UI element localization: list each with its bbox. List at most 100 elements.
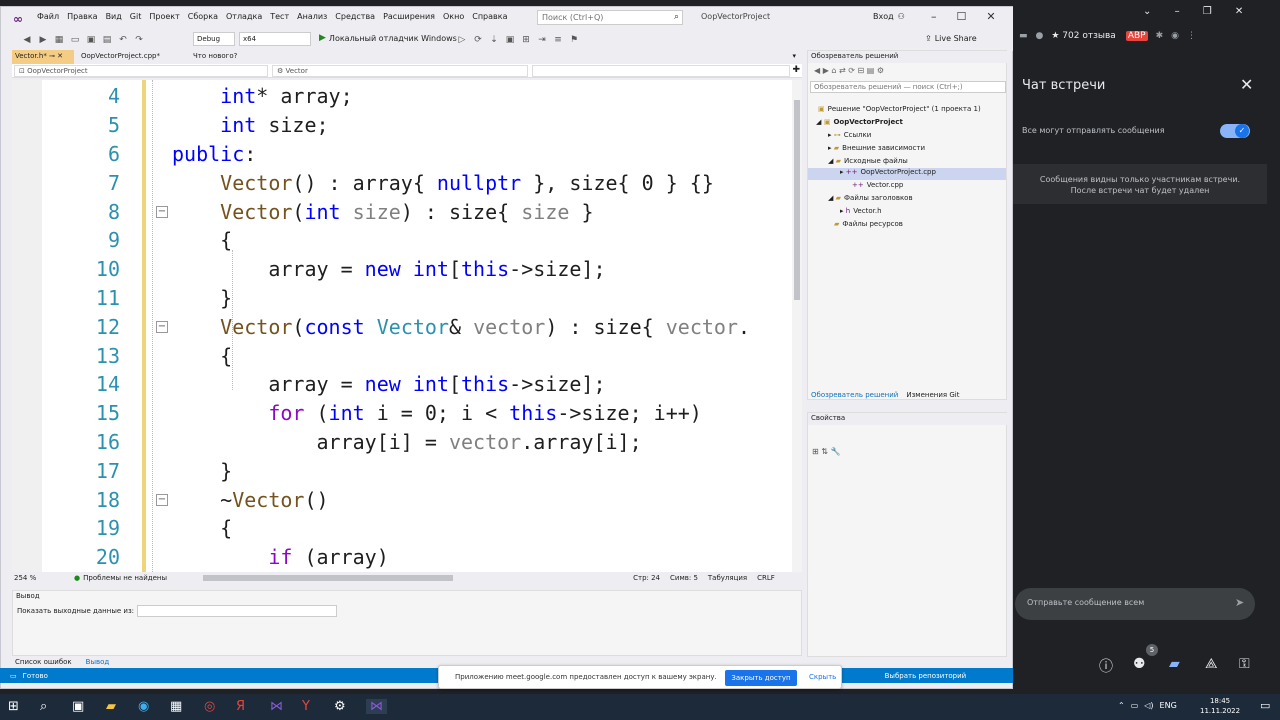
tab-oopvectorproject-cpp[interactable]: OopVectorProject.cpp* bbox=[78, 50, 188, 64]
store-icon[interactable]: ▦ bbox=[170, 699, 182, 714]
tab-vector-h[interactable]: Vector.h* ⊸ ✕ bbox=[12, 50, 74, 64]
back-icon[interactable]: ◀ bbox=[814, 66, 820, 75]
minimize-icon[interactable]: – bbox=[931, 10, 937, 23]
run-debugger-button[interactable]: ▶ Локальный отладчик Windows bbox=[319, 33, 457, 43]
app-icon[interactable]: ⚙ bbox=[334, 699, 346, 714]
rating-badge[interactable]: ★ 702 отзыва bbox=[1051, 31, 1115, 41]
menu-test[interactable]: Тест bbox=[270, 12, 297, 21]
save-icon[interactable]: ▣ bbox=[85, 34, 97, 46]
notifications-icon[interactable]: ▭ bbox=[1260, 699, 1270, 712]
zoom-select[interactable]: 254 % bbox=[14, 574, 54, 582]
menu-help[interactable]: Справка bbox=[472, 12, 515, 21]
output-source-select[interactable] bbox=[137, 605, 337, 617]
menu-git[interactable]: Git bbox=[130, 12, 150, 21]
task-view-icon[interactable]: ▣ bbox=[72, 699, 84, 714]
config-select[interactable]: Debug bbox=[193, 32, 235, 46]
vs-search-input[interactable]: Поиск (Ctrl+Q) ⌕ bbox=[537, 10, 683, 25]
tab-search-icon[interactable]: ⌄ bbox=[1143, 6, 1151, 17]
tab-overflow-icon[interactable]: ▾ bbox=[792, 52, 796, 60]
vs-active-taskbar-icon[interactable]: ⋈ bbox=[366, 699, 387, 714]
new-project-icon[interactable]: ▦ bbox=[53, 34, 65, 46]
tree-project[interactable]: ◢ ▣ OopVectorProject bbox=[816, 118, 903, 126]
activities-icon[interactable]: ⟁ bbox=[1205, 656, 1218, 672]
people-icon[interactable]: ⚉ bbox=[1133, 656, 1146, 672]
camera-icon[interactable]: ▬ bbox=[1019, 31, 1028, 41]
toolbar-icon-d[interactable]: ≡ bbox=[552, 34, 564, 46]
mic-icon[interactable]: ● bbox=[1036, 31, 1044, 41]
profile-icon[interactable]: ◉ bbox=[1171, 31, 1179, 41]
refresh-icon[interactable]: ⟳ bbox=[472, 34, 484, 46]
sync-icon[interactable]: ⇄ bbox=[839, 66, 846, 75]
chrome-icon[interactable]: ◎ bbox=[204, 699, 215, 714]
restore-icon[interactable]: ❐ bbox=[1203, 6, 1212, 17]
yandex-browser-icon[interactable]: Y bbox=[302, 699, 310, 714]
info-icon[interactable]: ⓘ bbox=[1099, 656, 1113, 676]
tab-solution-explorer[interactable]: Обозреватель решений bbox=[808, 391, 898, 399]
chat-message-input[interactable]: Отправьте сообщение всем bbox=[1015, 588, 1255, 620]
vs-taskbar-icon[interactable]: ⋈ bbox=[270, 699, 283, 714]
pin-icon[interactable]: ⊸ bbox=[49, 52, 55, 60]
categorized-icon[interactable]: ⊞ bbox=[812, 447, 819, 456]
bookmark-icon[interactable]: ⚑ bbox=[568, 34, 580, 46]
git-repo-button[interactable]: Выбрать репозиторий bbox=[885, 672, 967, 680]
tab-whats-new[interactable]: Что нового? bbox=[190, 50, 260, 64]
maximize-icon[interactable]: ☐ bbox=[957, 10, 967, 23]
login-button[interactable]: Вход ⚇ bbox=[873, 12, 905, 21]
scope-dropdown[interactable]: ⚙ Vector bbox=[272, 65, 528, 77]
tree-headers[interactable]: ◢ ▰ Файлы заголовков bbox=[828, 194, 913, 202]
horizontal-scrollbar[interactable] bbox=[203, 575, 454, 581]
search-icon[interactable]: ⌕ bbox=[40, 699, 47, 714]
solution-search-input[interactable]: Обозреватель решений — поиск (Ctrl+;) bbox=[810, 81, 1006, 93]
extensions-icon[interactable]: ✱ bbox=[1156, 31, 1164, 41]
menu-tools[interactable]: Средства bbox=[335, 12, 383, 21]
tab-error-list[interactable]: Список ошибок bbox=[12, 657, 75, 667]
fold-toggle[interactable]: − bbox=[156, 494, 168, 506]
start-without-debug-icon[interactable]: ▷ bbox=[456, 34, 468, 46]
menu-debug[interactable]: Отладка bbox=[226, 12, 270, 21]
step-icon[interactable]: ⇣ bbox=[488, 34, 500, 46]
menu-view[interactable]: Вид bbox=[106, 12, 130, 21]
tree-external[interactable]: ▸ ▰ Внешние зависимости bbox=[828, 144, 925, 152]
collapse-icon[interactable]: ⊟ bbox=[858, 66, 865, 75]
project-dropdown[interactable]: ⊡ OopVectorProject bbox=[14, 65, 268, 77]
tab-output[interactable]: Вывод bbox=[83, 657, 113, 667]
adblock-icon[interactable]: ABP bbox=[1125, 31, 1148, 41]
redo-icon[interactable]: ↷ bbox=[133, 34, 145, 46]
windows-start-icon[interactable]: ⊞ bbox=[8, 699, 19, 714]
menu-file[interactable]: Файл bbox=[37, 12, 67, 21]
toolbar-icon-c[interactable]: ⇥ bbox=[536, 34, 548, 46]
close-icon[interactable]: ✕ bbox=[57, 52, 63, 60]
alphabetical-icon[interactable]: ⇅ bbox=[821, 447, 828, 456]
menu-analyze[interactable]: Анализ bbox=[297, 12, 335, 21]
platform-select[interactable]: x64 bbox=[239, 32, 311, 46]
forward-icon[interactable]: ▶ bbox=[37, 34, 49, 46]
minimize-icon[interactable]: – bbox=[1175, 6, 1180, 17]
settings-icon[interactable]: ⚙ bbox=[877, 66, 884, 75]
wrench-icon[interactable]: 🔧 bbox=[831, 447, 841, 456]
code-editor[interactable]: 4 5 6 7 8 9 10 11 12 13 14 15 16 17 18 1… bbox=[12, 80, 802, 572]
edge-icon[interactable]: ◉ bbox=[138, 699, 149, 714]
tab-git-changes[interactable]: Изменения Git bbox=[906, 391, 959, 399]
chat-icon[interactable]: ▰ bbox=[1169, 656, 1180, 672]
member-dropdown[interactable] bbox=[532, 65, 790, 77]
editor-vertical-scrollbar[interactable] bbox=[792, 80, 802, 572]
host-controls-icon[interactable]: ⚿ bbox=[1239, 656, 1250, 672]
forward-icon[interactable]: ▶ bbox=[823, 66, 829, 75]
home-icon[interactable]: ⌂ bbox=[831, 66, 836, 75]
menu-project[interactable]: Проект bbox=[149, 12, 187, 21]
yandex-icon[interactable]: Я bbox=[236, 699, 245, 714]
tree-file-main[interactable]: ▸ ++ OopVectorProject.cpp bbox=[808, 168, 1006, 180]
tree-file-h[interactable]: ▸ h Vector.h bbox=[840, 207, 882, 215]
undo-icon[interactable]: ↶ bbox=[117, 34, 129, 46]
menu-extensions[interactable]: Расширения bbox=[383, 12, 443, 21]
live-share-button[interactable]: ⇪ Live Share bbox=[925, 34, 977, 43]
file-explorer-icon[interactable]: ▰ bbox=[106, 699, 116, 714]
volume-icon[interactable]: ◁) bbox=[1144, 701, 1153, 710]
hide-button[interactable]: Скрыть bbox=[809, 673, 836, 681]
split-icon[interactable]: ✚ bbox=[792, 65, 800, 75]
tree-refs[interactable]: ▸ ⊶ Ссылки bbox=[828, 131, 871, 139]
menu-icon[interactable]: ⋮ bbox=[1187, 31, 1196, 41]
fold-toggle[interactable]: − bbox=[156, 321, 168, 333]
close-icon[interactable]: ✕ bbox=[1235, 6, 1243, 17]
back-icon[interactable]: ◀ bbox=[21, 34, 33, 46]
